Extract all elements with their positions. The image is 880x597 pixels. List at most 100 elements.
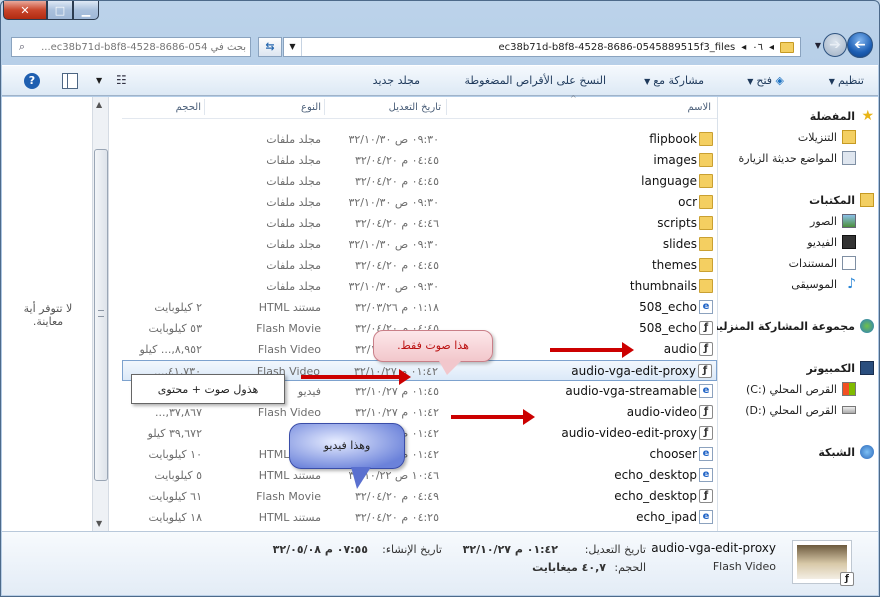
column-header-name[interactable]: الاسم xyxy=(687,102,711,113)
file-row[interactable]: 508_echo ٠١:١٨ م ٣٢/٠٣/٢٦ مستند HTML ٢ كيلو… xyxy=(122,297,717,318)
flash-icon xyxy=(699,489,713,503)
flash-icon xyxy=(699,405,713,419)
nav-downloads[interactable]: التنزيلات xyxy=(798,128,856,146)
file-row[interactable]: slides ٠٩:٣٠ ص ٣٢/١٠/٣٠ مجلد ملفات xyxy=(122,234,717,255)
scroll-down-icon[interactable]: ▼ xyxy=(96,519,102,528)
breadcrumb-separator-icon[interactable]: ◂ xyxy=(769,42,774,53)
chevron-down-icon: ▼ xyxy=(828,77,835,86)
preview-message: لا تتوفر أية معاينة. xyxy=(23,302,73,328)
sort-ascending-icon: ^ xyxy=(570,94,577,103)
nav-favorites[interactable]: ★ المفضلة xyxy=(810,107,874,125)
documents-icon xyxy=(842,256,856,270)
file-row[interactable]: echo_ipad ٠٤:٢٥ م ٣٢/٠٤/٢٠ مستند HTML ١٨ كي… xyxy=(122,507,717,528)
burn-button[interactable]: النسخ على الأقراص المضغوطة xyxy=(465,74,606,87)
scroll-up-icon[interactable]: ▲ xyxy=(96,100,102,109)
downloads-icon xyxy=(842,130,856,144)
close-button[interactable]: ✕ xyxy=(3,1,47,20)
list-margin xyxy=(109,97,122,531)
column-divider[interactable] xyxy=(324,99,325,115)
arrow-right-icon: ➔ xyxy=(829,37,841,53)
file-row[interactable]: themes ٠٤:٤٥ م ٣٢/٠٤/٢٠ مجلد ملفات xyxy=(122,255,717,276)
help-icon[interactable]: ? xyxy=(24,73,40,89)
nav-libraries[interactable]: المكتبات xyxy=(809,191,874,209)
recent-pages-dropdown[interactable]: ▼ xyxy=(813,41,823,50)
file-name: audio-vga-streamable xyxy=(565,384,697,398)
file-row[interactable]: language ٠٤:٤٥ م ٣٢/٠٤/٢٠ مجلد ملفات xyxy=(122,171,717,192)
file-row[interactable]: scripts ٠٤:٤٦ م ٣٢/٠٤/٢٠ مجلد ملفات xyxy=(122,213,717,234)
back-button[interactable]: ➔ xyxy=(847,32,873,58)
file-name: echo_ipad xyxy=(636,510,697,524)
search-icon[interactable]: ⌕ xyxy=(12,40,32,54)
column-header-size[interactable]: الحجم xyxy=(176,102,201,113)
column-header-type[interactable]: النوع xyxy=(301,102,321,113)
breadcrumb-separator-icon[interactable]: ◂ xyxy=(741,42,746,53)
file-row[interactable]: images ٠٤:٤٥ م ٣٢/٠٤/٢٠ مجلد ملفات xyxy=(122,150,717,171)
forward-button[interactable]: ➔ xyxy=(823,33,847,57)
nav-drive-d[interactable]: القرص المحلي (:D) xyxy=(745,401,856,419)
file-date: ٠٩:٣٠ ص ٣٢/١٠/٣٠ xyxy=(348,238,439,251)
file-row[interactable]: thumbnails ٠٩:٣٠ ص ٣٢/١٠/٣٠ مجلد ملفات xyxy=(122,276,717,297)
drive-icon xyxy=(842,406,856,414)
column-divider[interactable] xyxy=(204,99,205,115)
file-row[interactable]: chooser٠١:٤٢ م ٣٢/١٠/٢٧مستند HTML١٠ كيلو… xyxy=(122,444,717,465)
share-button[interactable]: مشاركة مع▼ xyxy=(644,74,704,87)
address-bar[interactable]: ▼ ◂ ٠٦ ◂ ec38b71d-b8f8-4528-8686-0545889… xyxy=(283,37,801,57)
music-icon: ♪ xyxy=(847,276,856,292)
refresh-button[interactable]: ⇆ xyxy=(258,37,282,57)
file-name: thumbnails xyxy=(629,279,697,293)
file-date: ٠١:٤٥ م ٣٢/١٠/٢٧ xyxy=(354,385,439,398)
file-type: Flash Movie xyxy=(256,490,321,503)
nav-computer-label: الكمبيوتر xyxy=(806,361,855,375)
breadcrumb-item[interactable]: ec38b71d-b8f8-4528-8686-0545889515f3_fil… xyxy=(499,42,736,53)
view-options-icon[interactable]: ☷ xyxy=(116,73,132,89)
nav-homegroup[interactable]: مجموعة المشاركة المنزلية xyxy=(712,317,874,335)
vertical-scrollbar[interactable]: ▲ ▼ xyxy=(92,97,109,531)
file-row[interactable]: audio-video ٠١:٤٢ م ٣٢/١٠/٢٧ Flash Video ٣٧… xyxy=(122,402,717,423)
file-size: ٦١ كيلوبايت xyxy=(148,490,202,503)
minimize-button[interactable]: ▁ xyxy=(73,1,99,20)
preview-pane-icon[interactable] xyxy=(62,73,78,89)
flash-icon xyxy=(699,426,713,440)
nav-documents[interactable]: المستندات xyxy=(789,254,856,272)
nav-network[interactable]: الشبكة xyxy=(818,443,874,461)
details-pane: ƒ audio-vga-edit-proxy Flash Video تاريخ… xyxy=(2,531,878,595)
search-box[interactable]: ⌕ xyxy=(11,37,251,57)
html-icon xyxy=(699,384,713,398)
file-row[interactable]: echo_desktop١٠:٤٦ ص ٣٢/١٠/٢٢مستند HTML٥ … xyxy=(122,465,717,486)
address-dropdown-button[interactable]: ▼ xyxy=(284,38,302,56)
breadcrumb-item[interactable]: ٠٦ xyxy=(752,42,763,53)
maximize-button[interactable]: □ xyxy=(47,1,73,20)
file-row[interactable]: echo_desktop ٠٤:٤٩ م ٣٢/٠٤/٢٠ Flash Movie ٦… xyxy=(122,486,717,507)
view-dropdown-icon[interactable]: ▼ xyxy=(96,76,112,92)
file-row[interactable]: flipbook ٠٩:٣٠ ص ٣٢/١٠/٣٠ مجلد ملفات xyxy=(122,129,717,150)
refresh-icon: ⇆ xyxy=(265,40,275,53)
nav-recent[interactable]: المواضع حديثة الزيارة xyxy=(738,149,856,167)
chevron-down-icon: ▼ xyxy=(747,77,754,86)
open-button[interactable]: ◈ فتح▼ xyxy=(747,74,784,87)
windows-drive-icon xyxy=(842,382,856,396)
chevron-down-icon: ▼ xyxy=(644,77,651,86)
file-name: scripts xyxy=(657,216,697,230)
file-row[interactable]: audio-video-edit-proxy٠١:٤٢ م ٣٢/١٠/٢٧Fl… xyxy=(122,423,717,444)
file-name: echo_desktop xyxy=(614,468,697,482)
nav-computer[interactable]: الكمبيوتر xyxy=(806,359,874,377)
file-type: مجلد ملفات xyxy=(266,259,321,272)
file-name: audio-vga-edit-proxy xyxy=(571,364,696,378)
file-row[interactable]: ocr ٠٩:٣٠ ص ٣٢/١٠/٣٠ مجلد ملفات xyxy=(122,192,717,213)
column-header-date[interactable]: تاريخ التعديل xyxy=(389,102,441,113)
star-icon: ★ xyxy=(861,108,874,124)
scrollbar-thumb[interactable] xyxy=(94,149,108,481)
file-name: language xyxy=(641,174,697,188)
folder-icon xyxy=(780,41,794,53)
file-date: ٠٤:٢٥ م ٣٢/٠٤/٢٠ xyxy=(354,511,439,524)
nav-music[interactable]: ♪ الموسيقى xyxy=(791,275,856,293)
nav-videos[interactable]: الفيديو xyxy=(807,233,856,251)
column-divider[interactable] xyxy=(446,99,447,115)
search-input[interactable] xyxy=(32,41,250,53)
organize-button[interactable]: تنظيم▼ xyxy=(829,74,864,87)
nav-pictures[interactable]: الصور xyxy=(810,212,856,230)
new-folder-button[interactable]: مجلد جديد xyxy=(373,74,420,87)
nav-drive-c[interactable]: القرص المحلي (:C) xyxy=(746,380,856,398)
callout-audio-plus-content-text: هذول صوت + محتوى xyxy=(157,383,259,396)
file-type: مجلد ملفات xyxy=(266,196,321,209)
